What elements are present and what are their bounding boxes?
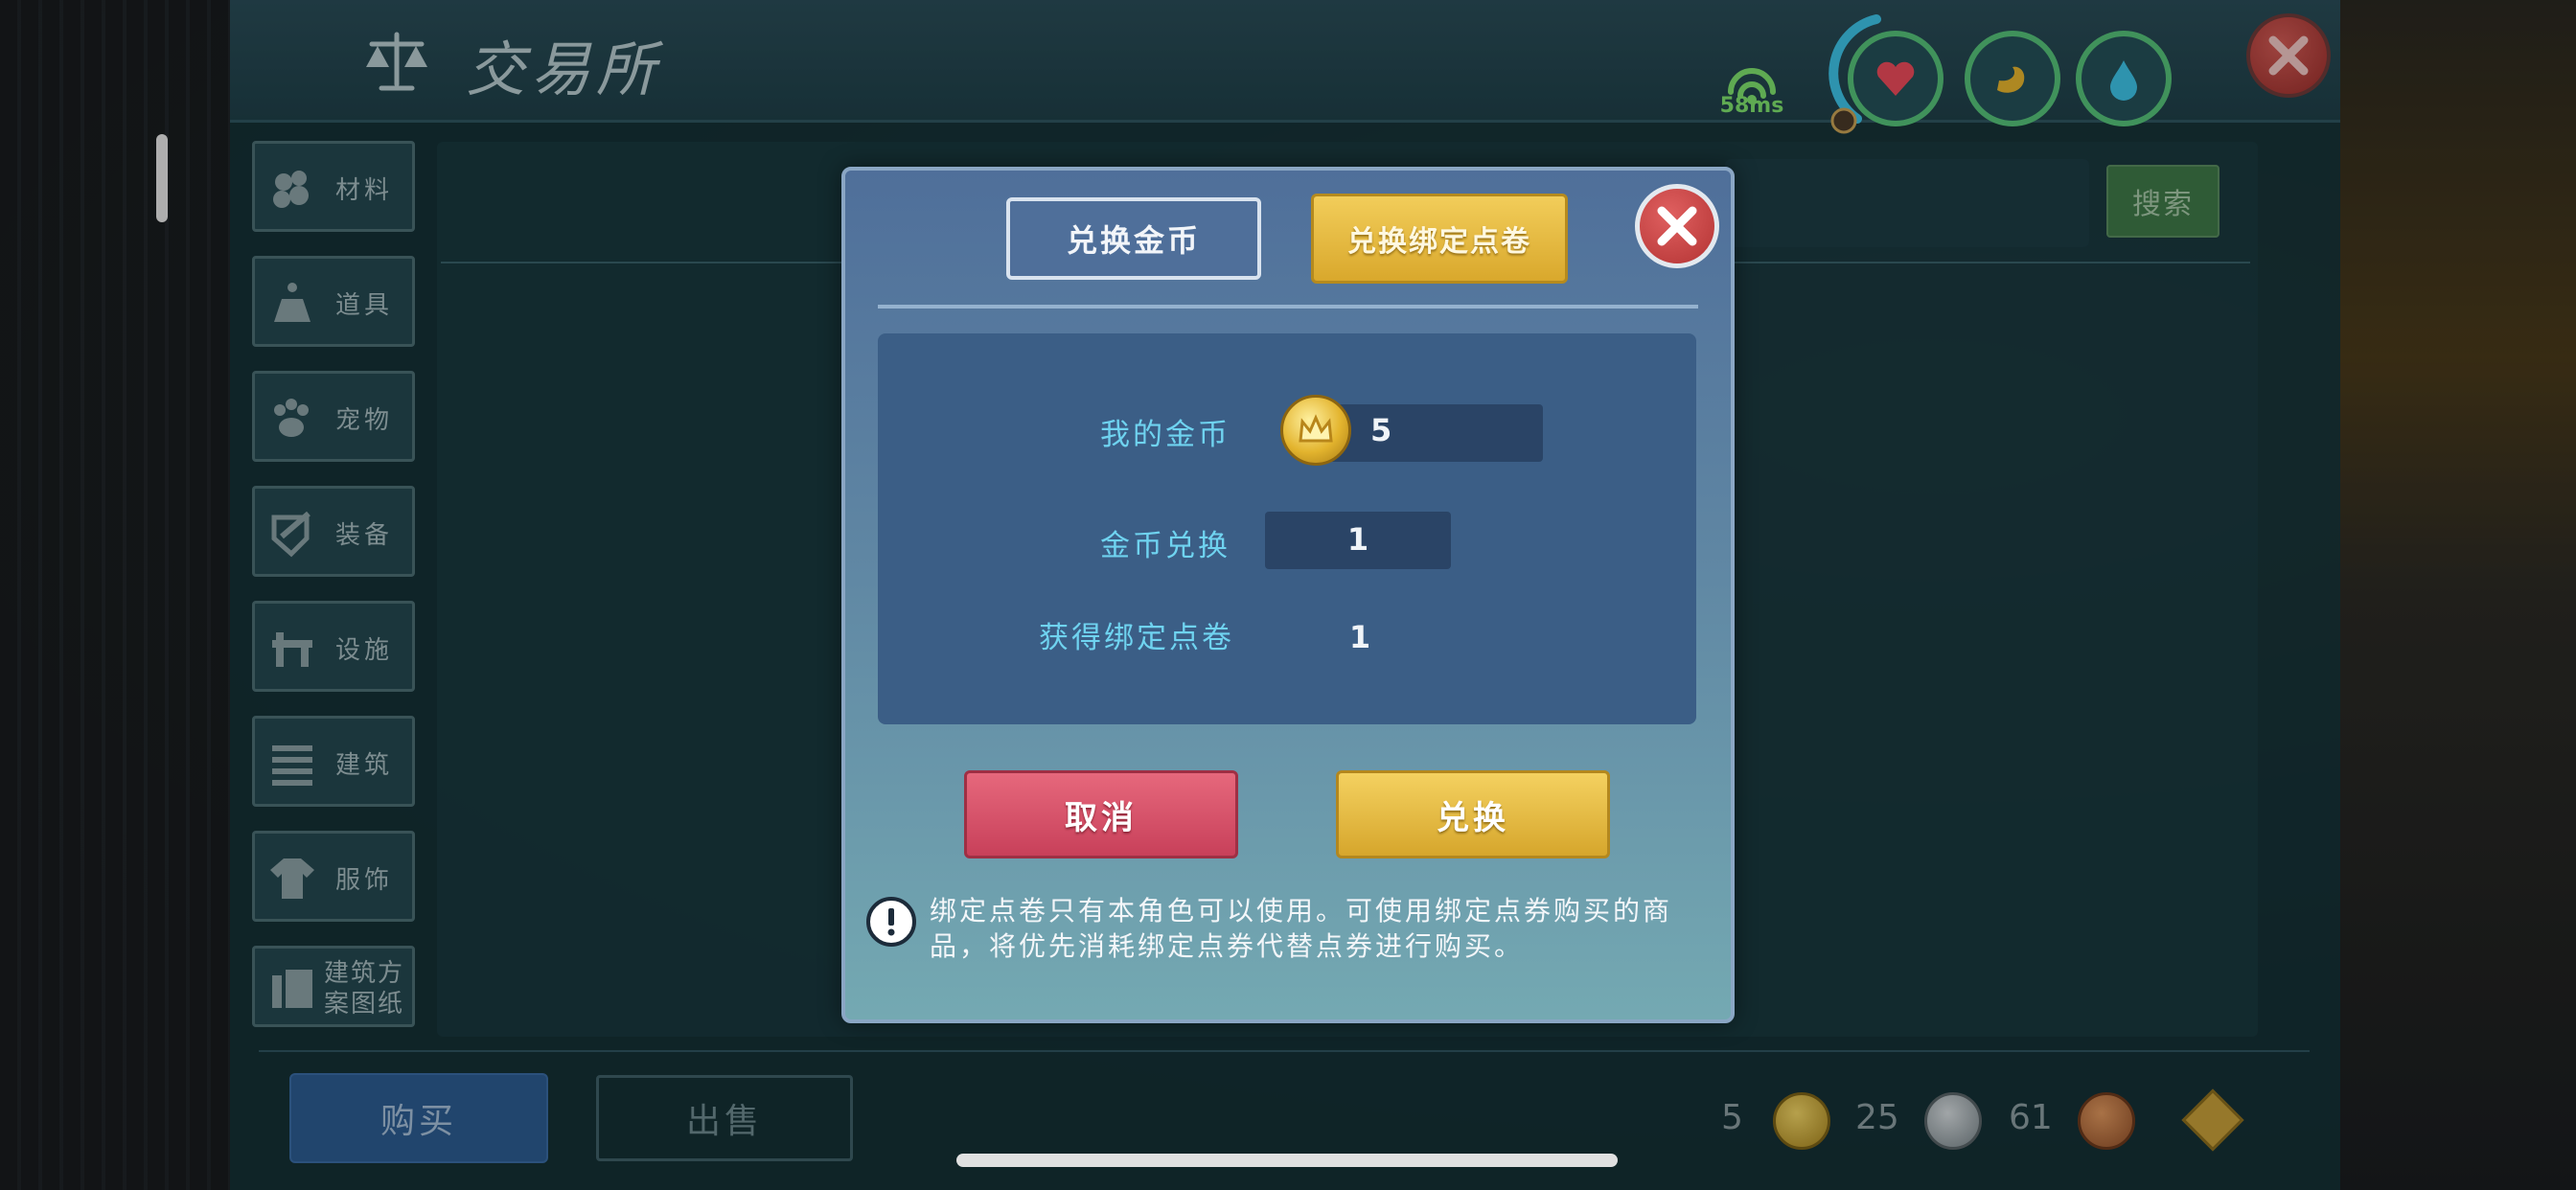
warning-icon <box>866 897 916 947</box>
crown-icon <box>1299 414 1333 443</box>
exchange-button[interactable]: 兑换 <box>1336 770 1610 858</box>
binding-note: 绑定点卷只有本角色可以使用。可使用绑定点券购买的商品，将优先消耗绑定点券代替点券… <box>930 895 1673 962</box>
dialog-divider <box>878 305 1698 309</box>
gold-exchange-value[interactable]: 1 <box>1265 521 1451 558</box>
home-indicator[interactable] <box>956 1154 1618 1167</box>
close-icon <box>1657 206 1697 246</box>
gold-coin-icon <box>1280 395 1351 466</box>
receive-points-label: 获得绑定点卷 <box>1039 621 1234 655</box>
tab-exchange-gold[interactable]: 兑换金币 <box>1006 197 1261 280</box>
tab-exchange-bound-points[interactable]: 兑换绑定点卷 <box>1311 194 1568 284</box>
close-dialog-button[interactable] <box>1635 184 1719 268</box>
exclamation-mark <box>887 908 895 936</box>
gold-exchange-label: 金币兑换 <box>1100 529 1230 563</box>
my-gold-value: 5 <box>1370 412 1392 448</box>
my-gold-label: 我的金币 <box>1100 418 1230 452</box>
cancel-button[interactable]: 取消 <box>964 770 1238 858</box>
receive-points-value: 1 <box>1348 619 1371 655</box>
